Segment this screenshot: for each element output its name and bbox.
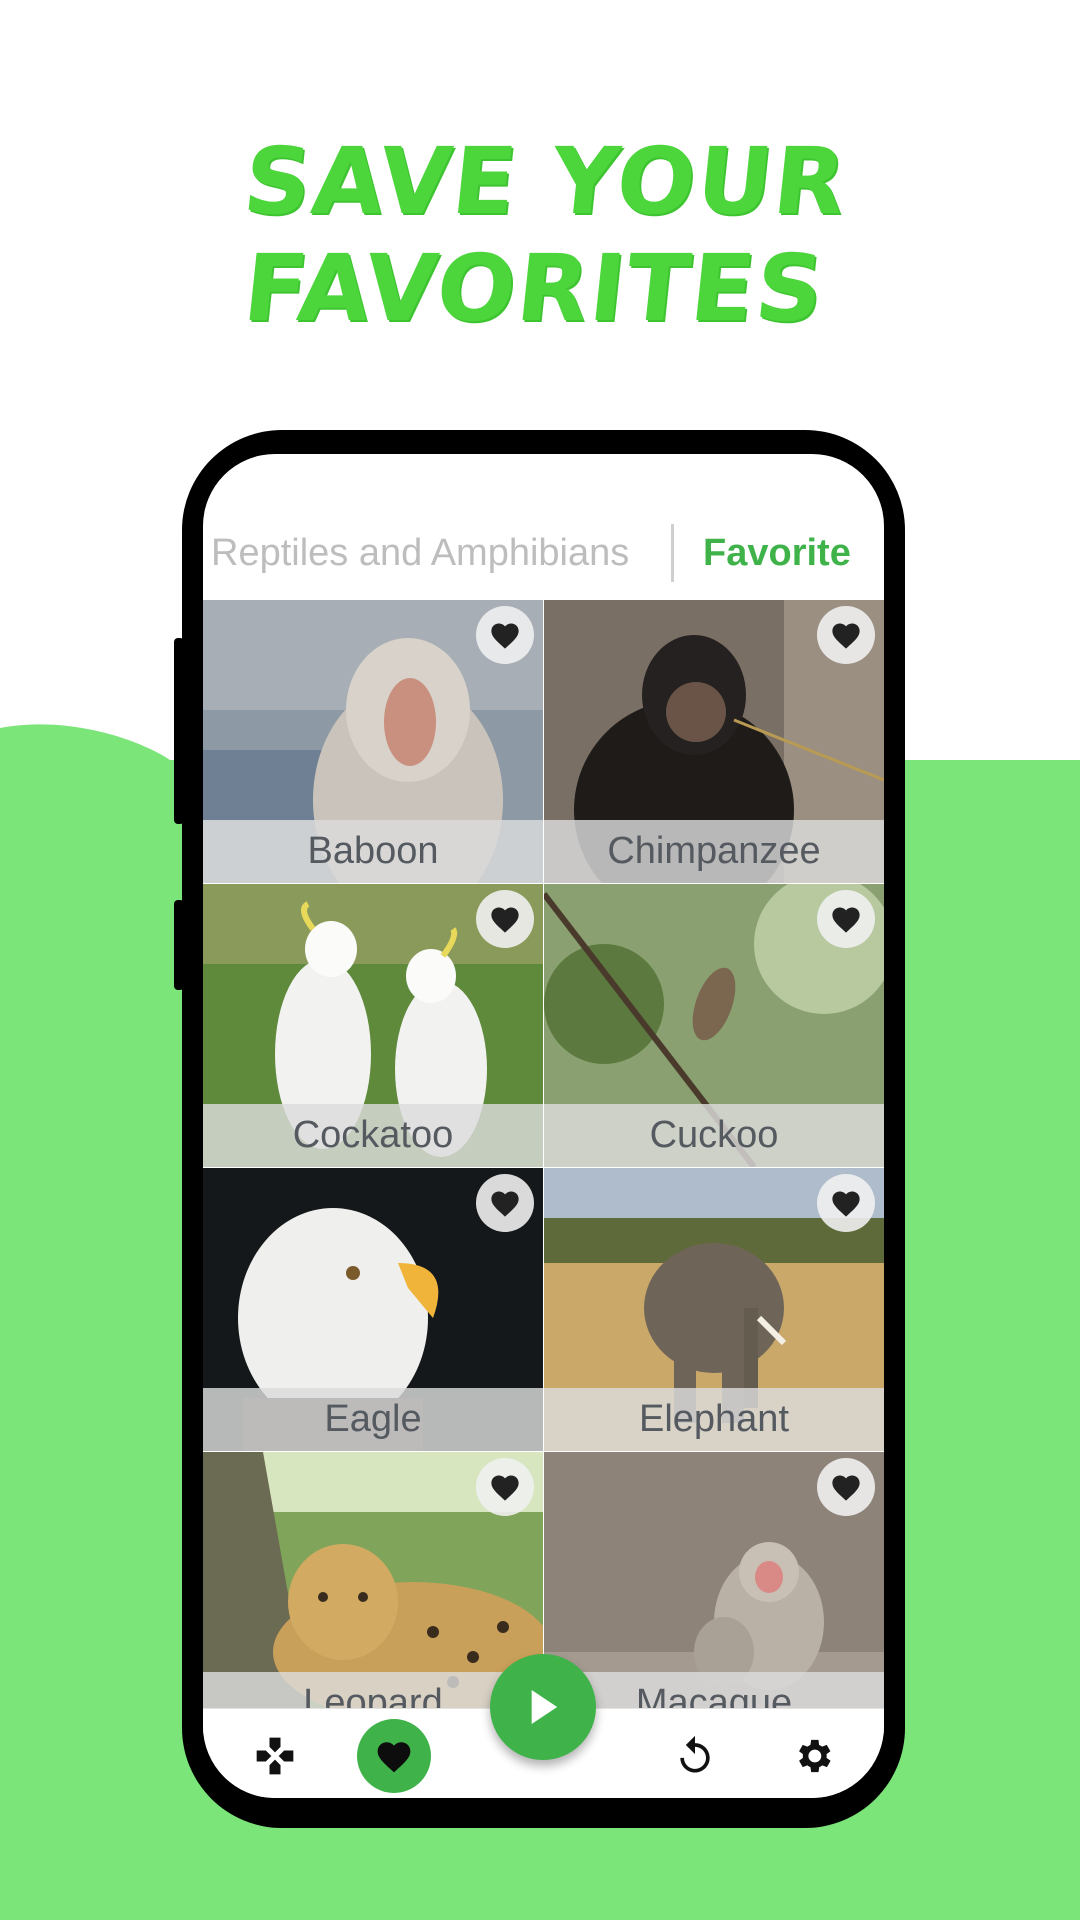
phone-side-button <box>174 638 184 824</box>
favorite-toggle[interactable] <box>476 890 534 948</box>
favorite-toggle[interactable] <box>817 1174 875 1232</box>
play-icon <box>531 1690 558 1724</box>
animal-card-chimpanzee[interactable]: Chimpanzee <box>544 600 884 883</box>
card-label-bar: Cuckoo <box>544 1104 884 1167</box>
favorite-toggle[interactable] <box>817 890 875 948</box>
favorite-toggle[interactable] <box>476 1458 534 1516</box>
animal-name: Cuckoo <box>649 1114 779 1156</box>
category-tabs: Reptiles and Amphibians Favorite <box>203 454 884 600</box>
play-button[interactable] <box>490 1654 596 1760</box>
heart-icon <box>491 623 519 649</box>
animal-name: Chimpanzee <box>607 830 821 872</box>
tab-divider <box>671 524 674 582</box>
gear-icon[interactable] <box>791 1734 835 1778</box>
animal-name: Cockatoo <box>292 1114 454 1156</box>
favorite-toggle[interactable] <box>476 1174 534 1232</box>
animal-name: Elephant <box>638 1398 789 1440</box>
animal-card-baboon[interactable]: Baboon <box>203 600 543 883</box>
heart-icon <box>491 1475 519 1501</box>
phone-side-button <box>174 900 184 990</box>
heart-icon <box>832 1191 860 1217</box>
card-label-bar: Baboon <box>203 820 543 883</box>
refresh-icon[interactable] <box>673 1734 717 1778</box>
animal-card-macaque[interactable]: Macaque <box>544 1452 884 1735</box>
card-label-bar: Elephant <box>544 1388 884 1451</box>
heart-icon <box>377 1742 411 1773</box>
app-screen: Reptiles and Amphibians Favorite Baboon <box>203 454 884 1798</box>
favorite-toggle[interactable] <box>817 606 875 664</box>
heart-icon <box>491 907 519 933</box>
animal-card-cuckoo[interactable]: Cuckoo <box>544 884 884 1167</box>
headline: SAVE YOUR FAVORITES <box>238 128 853 342</box>
animal-name: Baboon <box>307 830 439 872</box>
card-label-bar: Eagle <box>203 1388 543 1451</box>
animal-name: Eagle <box>324 1398 422 1440</box>
heart-icon <box>832 907 860 933</box>
tab-reptiles-and-amphibians[interactable]: Reptiles and Amphibians <box>211 532 629 575</box>
animal-card-cockatoo[interactable]: Cockatoo <box>203 884 543 1167</box>
favorite-toggle[interactable] <box>817 1458 875 1516</box>
heart-icon <box>832 1475 860 1501</box>
tab-favorite[interactable]: Favorite <box>703 532 851 575</box>
card-label-bar: Chimpanzee <box>544 820 884 883</box>
heart-icon <box>832 623 860 649</box>
nav-favorites-button[interactable] <box>357 1719 431 1793</box>
card-label-bar: Cockatoo <box>203 1104 543 1167</box>
gamepad-icon[interactable] <box>253 1734 297 1778</box>
favorite-toggle[interactable] <box>476 606 534 664</box>
heart-icon <box>491 1191 519 1217</box>
animal-card-elephant[interactable]: Elephant <box>544 1168 884 1451</box>
animal-card-eagle[interactable]: Eagle <box>203 1168 543 1451</box>
